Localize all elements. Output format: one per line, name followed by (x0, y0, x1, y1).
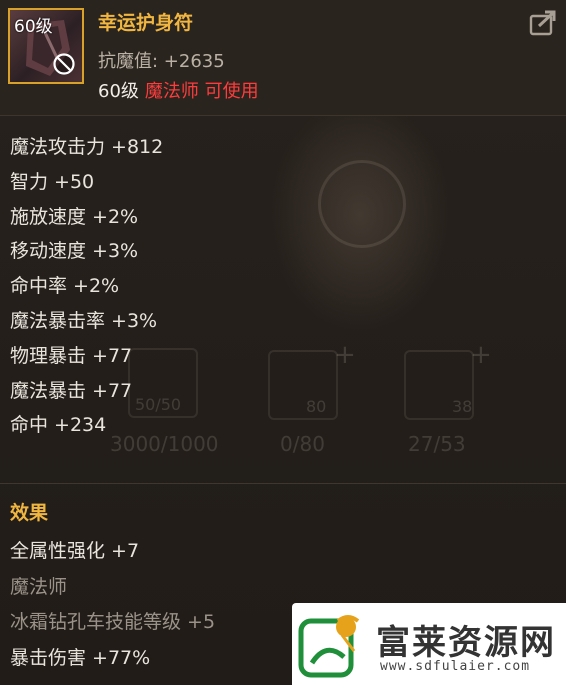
watermark: 富莱资源网 www.sdfulaier.com (292, 603, 566, 685)
stat-line: 魔法暴击 +77 (10, 379, 133, 402)
stat-line: 魔法攻击力 +812 (10, 136, 164, 158)
stat-line: 物理暴击 +77 (10, 344, 133, 367)
stat-line: 命中率 +2% (10, 275, 120, 298)
item-requirement: 60级 魔法师 可使用 (98, 77, 259, 103)
magic-resist-value: 抗魔值: +2635 (98, 51, 225, 72)
background-slot-3-value: 38 (452, 397, 473, 416)
background-plus-icon: + (470, 340, 492, 370)
watermark-logo-icon (298, 615, 360, 678)
stat-line: 魔法暴击率 +3% (10, 309, 158, 332)
section-divider (0, 483, 566, 484)
share-arrow-icon[interactable] (528, 8, 558, 38)
requirement-level: 60级 (98, 81, 139, 102)
forbidden-icon (53, 53, 75, 75)
stat-line: 智力 +50 (10, 170, 95, 193)
stat-line: 施放速度 +2% (10, 205, 139, 228)
watermark-name: 富莱资源网 (376, 623, 556, 663)
item-header: 60级 幸运护身符 抗魔值: +2635 60级 魔法师 可使用 (0, 0, 566, 116)
item-stats-list: 魔法攻击力 +812 智力 +50 施放速度 +2% 移动速度 +3% 命中率 … (10, 130, 370, 443)
item-tooltip-panel: 50/50 3000/1000 80 0/80 38 27/53 + + 60级… (0, 0, 566, 685)
watermark-url: www.sdfulaier.com (380, 659, 531, 674)
item-icon-level: 60级 (14, 17, 53, 37)
effect-line: 全属性强化 +7 (10, 540, 140, 562)
stat-line: 命中 +234 (10, 414, 107, 437)
effects-title: 效果 (10, 502, 49, 524)
stat-line: 移动速度 +3% (10, 240, 139, 263)
item-name: 幸运护身符 (98, 12, 194, 34)
background-slot-3-ratio: 27/53 (408, 432, 466, 456)
requirement-class: 魔法师 可使用 (144, 81, 259, 102)
effect-class-line: 魔法师 (10, 575, 68, 598)
item-icon[interactable]: 60级 (8, 8, 84, 84)
